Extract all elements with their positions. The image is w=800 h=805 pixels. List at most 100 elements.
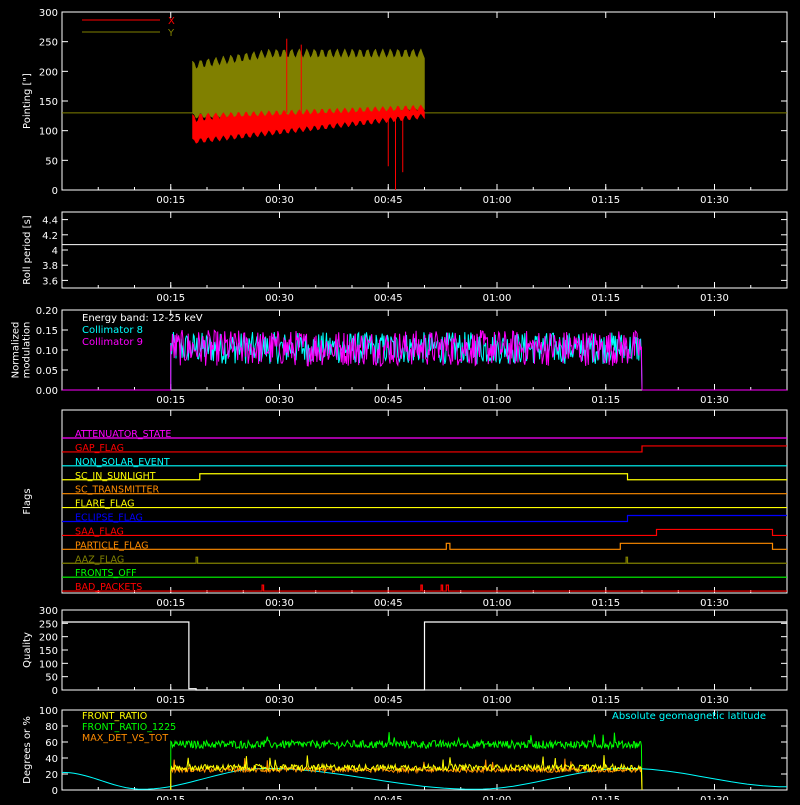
flag-label: PARTICLE_FLAG <box>75 540 148 551</box>
modulation-legend-label: Collimator 9 <box>82 337 143 348</box>
modulation-xtick-label: 01:15 <box>591 395 620 406</box>
pointing-xtick-label: 00:15 <box>156 195 185 206</box>
roll-ytick-label: 3.6 <box>42 276 58 287</box>
roll-xtick-label: 01:30 <box>700 293 729 304</box>
flag-label: GAP_FLAG <box>75 443 124 454</box>
flags-xtick-label: 01:15 <box>591 598 620 609</box>
modulation-xtick-label: 00:45 <box>374 395 403 406</box>
ratios-xtick-label: 01:15 <box>591 795 620 800</box>
ratios-legend-label: FRONT_RATIO_1225 <box>82 722 176 733</box>
roll-ytick-label: 4.2 <box>42 231 58 242</box>
roll-xtick-label: 00:45 <box>374 293 403 304</box>
pointing-ytick-label: 50 <box>45 156 58 167</box>
pointing-xtick-label: 01:15 <box>591 195 620 206</box>
modulation-xtick-label: 01:30 <box>700 395 729 406</box>
quality-xtick-label: 00:30 <box>265 695 294 706</box>
modulation-legend-label: Collimator 8 <box>82 325 143 336</box>
ratios-xtick-label: 00:30 <box>265 795 294 800</box>
pointing-ytick-label: 200 <box>39 67 58 78</box>
quality-ytick-label: 150 <box>39 646 58 657</box>
pointing-ylabel: Pointing ["] <box>22 73 33 129</box>
modulation-ytick-label: 0.05 <box>36 366 58 377</box>
flag-label: ECLIPSE_FLAG <box>75 513 143 524</box>
quality-series <box>62 621 787 691</box>
flag-line-gap-flag <box>62 445 787 453</box>
roll-ytick-label: 4.4 <box>42 216 58 227</box>
modulation-ytick-label: 0.20 <box>36 306 58 317</box>
flag-label: SC_IN_SUNLIGHT <box>75 471 156 482</box>
ratios-xtick-label: 01:30 <box>700 795 729 800</box>
quality-xtick-label: 01:00 <box>483 695 512 706</box>
modulation-ylabel: modulation <box>22 322 33 379</box>
flag-line-particle-flag <box>62 542 787 550</box>
ratios-ytick-label: 80 <box>45 722 58 733</box>
ratios-legend-label: FRONT_RATIO <box>82 711 147 722</box>
pointing-xtick-label: 00:45 <box>374 195 403 206</box>
quality-xtick-label: 01:15 <box>591 695 620 706</box>
pointing-ytick-label: 250 <box>39 38 58 49</box>
pointing-ytick-label: 100 <box>39 127 58 138</box>
pointing-xtick-label: 01:00 <box>483 195 512 206</box>
geomagnetic-latitude-label: Absolute geomagnetic latitude <box>612 711 766 722</box>
quality-ytick-label: 50 <box>45 673 58 684</box>
ratios-ytick-label: 20 <box>45 770 58 781</box>
ratios-xtick-label: 01:00 <box>483 795 512 800</box>
quality-ytick-label: 100 <box>39 659 58 670</box>
ratio-series-max-det-vs-tot <box>170 758 643 791</box>
modulation-ylabel: Normalized <box>11 322 22 379</box>
quality-ylabel: Quality <box>22 632 33 668</box>
flag-line-eclipse-flag <box>62 514 787 523</box>
roll-xtick-label: 01:15 <box>591 293 620 304</box>
roll-xtick-label: 00:30 <box>265 293 294 304</box>
obs-summary-plot: 00:15 00:30 00:45 01:00 01:15 01:30 Pointing [… <box>0 0 800 805</box>
ratios-ytick-label: 100 <box>39 706 58 717</box>
modulation-ytick-label: 0.00 <box>36 386 58 397</box>
flag-label: FLARE_FLAG <box>75 499 135 510</box>
ratios-ytick-label: 0 <box>52 786 58 797</box>
ratios-xtick-label: 00:15 <box>156 795 185 800</box>
ratio-series-front-ratio-1225 <box>170 732 643 791</box>
flags-xtick-label: 00:15 <box>156 598 185 609</box>
flags-xtick-label: 01:30 <box>700 598 729 609</box>
modulation-ytick-label: 0.15 <box>36 326 58 337</box>
pointing-ytick-label: 0 <box>52 186 58 197</box>
pointing-xtick-label: 00:30 <box>265 195 294 206</box>
ratios-ytick-label: 60 <box>45 738 58 749</box>
quality-ytick-label: 200 <box>39 633 58 644</box>
pointing-legend-label: X <box>168 16 175 27</box>
ratios-ytick-label: 40 <box>45 754 58 765</box>
flag-line-saa-flag <box>62 528 787 537</box>
pointing-ytick-label: 300 <box>39 8 58 19</box>
quality-ytick-label: 300 <box>39 606 58 617</box>
roll-xtick-label: 01:00 <box>483 293 512 304</box>
ratio-series-front-ratio <box>170 755 643 791</box>
ratios-ylabel: Degrees or % <box>22 716 33 784</box>
modulation-legend-title: Energy band: 12-25 keV <box>82 313 203 324</box>
multi-panel-chart: 00:15 00:30 00:45 01:00 01:15 01:30 Pointing [… <box>11 8 788 805</box>
flags-xtick-label: 00:45 <box>374 598 403 609</box>
quality-ytick-label: 250 <box>39 619 58 630</box>
flag-label: ATTENUATOR_STATE <box>75 429 171 440</box>
flag-label: SC_TRANSMITTER <box>75 485 160 496</box>
flag-label: FRONTS_OFF <box>75 568 137 579</box>
roll-ytick-label: 4 <box>52 246 58 257</box>
roll-ytick-label: 3.8 <box>42 261 58 272</box>
quality-xtick-label: 00:45 <box>374 695 403 706</box>
quality-ytick-label: 0 <box>52 686 58 697</box>
pointing-ytick-label: 150 <box>39 97 58 108</box>
pointing-legend-label: Y <box>167 28 175 39</box>
flags-xtick-label: 00:30 <box>265 598 294 609</box>
ratios-xtick-label: 00:45 <box>374 795 403 800</box>
flag-label: NON_SOLAR_EVENT <box>75 457 170 468</box>
flags-ylabel: Flags <box>22 488 33 514</box>
quality-xtick-label: 00:15 <box>156 695 185 706</box>
roll-xtick-label: 00:15 <box>156 293 185 304</box>
quality-xtick-label: 01:30 <box>700 695 729 706</box>
ratios-legend-label: MAX_DET_VS_TOT <box>82 733 168 744</box>
modulation-xtick-label: 00:30 <box>265 395 294 406</box>
flag-label: BAD_PACKETS <box>75 582 142 593</box>
roll-ylabel: Roll period [s] <box>22 215 33 284</box>
modulation-xtick-label: 00:15 <box>156 395 185 406</box>
roll-frame <box>61 211 788 289</box>
flag-line-aaz-flag <box>62 556 787 564</box>
